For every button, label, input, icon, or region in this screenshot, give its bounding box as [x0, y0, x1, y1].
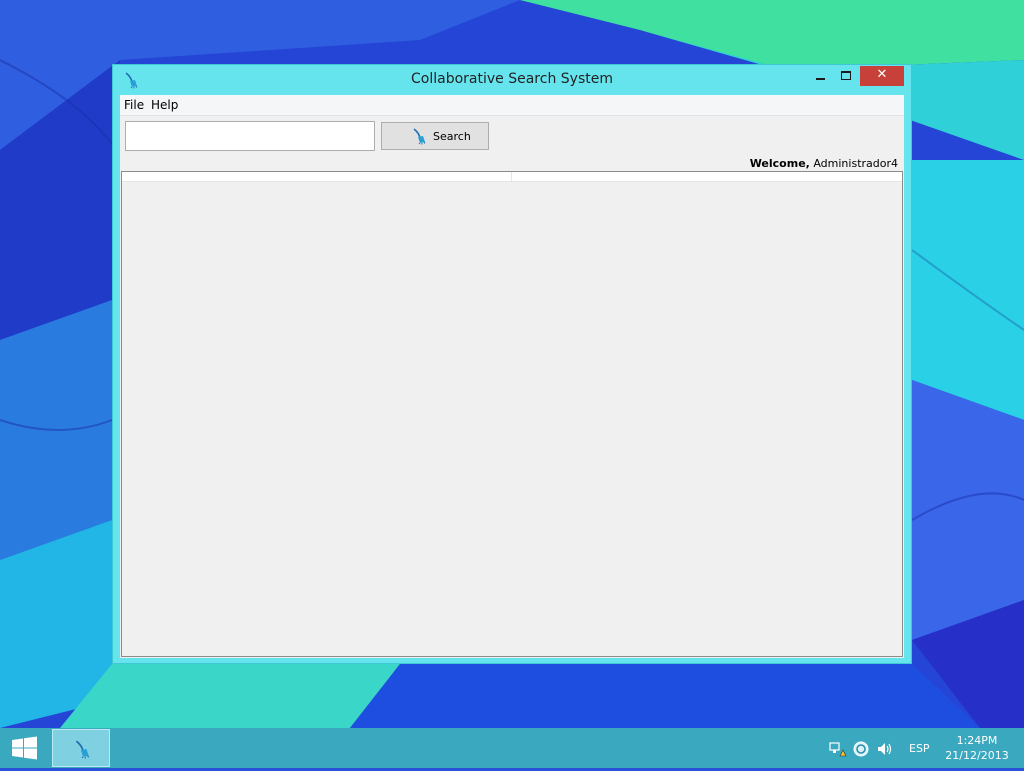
taskbar-app-search-system[interactable] — [52, 729, 110, 767]
clock[interactable]: 1:24PM 21/12/2013 — [944, 733, 1010, 763]
close-icon: ✕ — [876, 67, 888, 82]
menu-bar: File Help — [120, 95, 904, 116]
welcome-user: Administrador4 — [813, 157, 898, 170]
broom-search-icon — [75, 740, 90, 759]
sync-icon[interactable] — [852, 740, 870, 758]
close-button[interactable]: ✕ — [860, 66, 904, 86]
maximize-button[interactable] — [835, 66, 857, 86]
taskbar: ESP 1:24PM 21/12/2013 — [0, 728, 1024, 768]
menu-file[interactable]: File — [123, 98, 145, 112]
search-input[interactable] — [125, 121, 375, 151]
column-separator[interactable] — [511, 172, 512, 181]
window-title: Collaborative Search System — [411, 71, 613, 87]
broom-search-icon — [410, 127, 428, 145]
minimize-button[interactable] — [810, 66, 832, 86]
results-table[interactable] — [121, 171, 903, 657]
welcome-prefix: Welcome, — [749, 157, 810, 170]
search-button[interactable]: Search — [381, 122, 489, 150]
network-warning-icon[interactable] — [829, 740, 847, 758]
language-indicator[interactable]: ESP — [909, 742, 930, 755]
results-header — [122, 172, 902, 182]
welcome-message: Welcome, Administrador4 — [750, 157, 898, 170]
title-bar[interactable]: Collaborative Search System ✕ — [113, 65, 911, 95]
clock-date: 21/12/2013 — [945, 749, 1009, 762]
clock-time: 1:24PM — [956, 734, 998, 747]
windows-logo-icon — [12, 736, 37, 760]
search-button-label: Search — [433, 130, 471, 143]
menu-help[interactable]: Help — [150, 98, 179, 112]
start-button[interactable] — [0, 728, 48, 768]
speaker-icon[interactable] — [876, 740, 894, 758]
app-window: Collaborative Search System ✕ File Help … — [112, 64, 912, 664]
client-area: File Help Search Welcome, Administrador4 — [120, 95, 904, 658]
